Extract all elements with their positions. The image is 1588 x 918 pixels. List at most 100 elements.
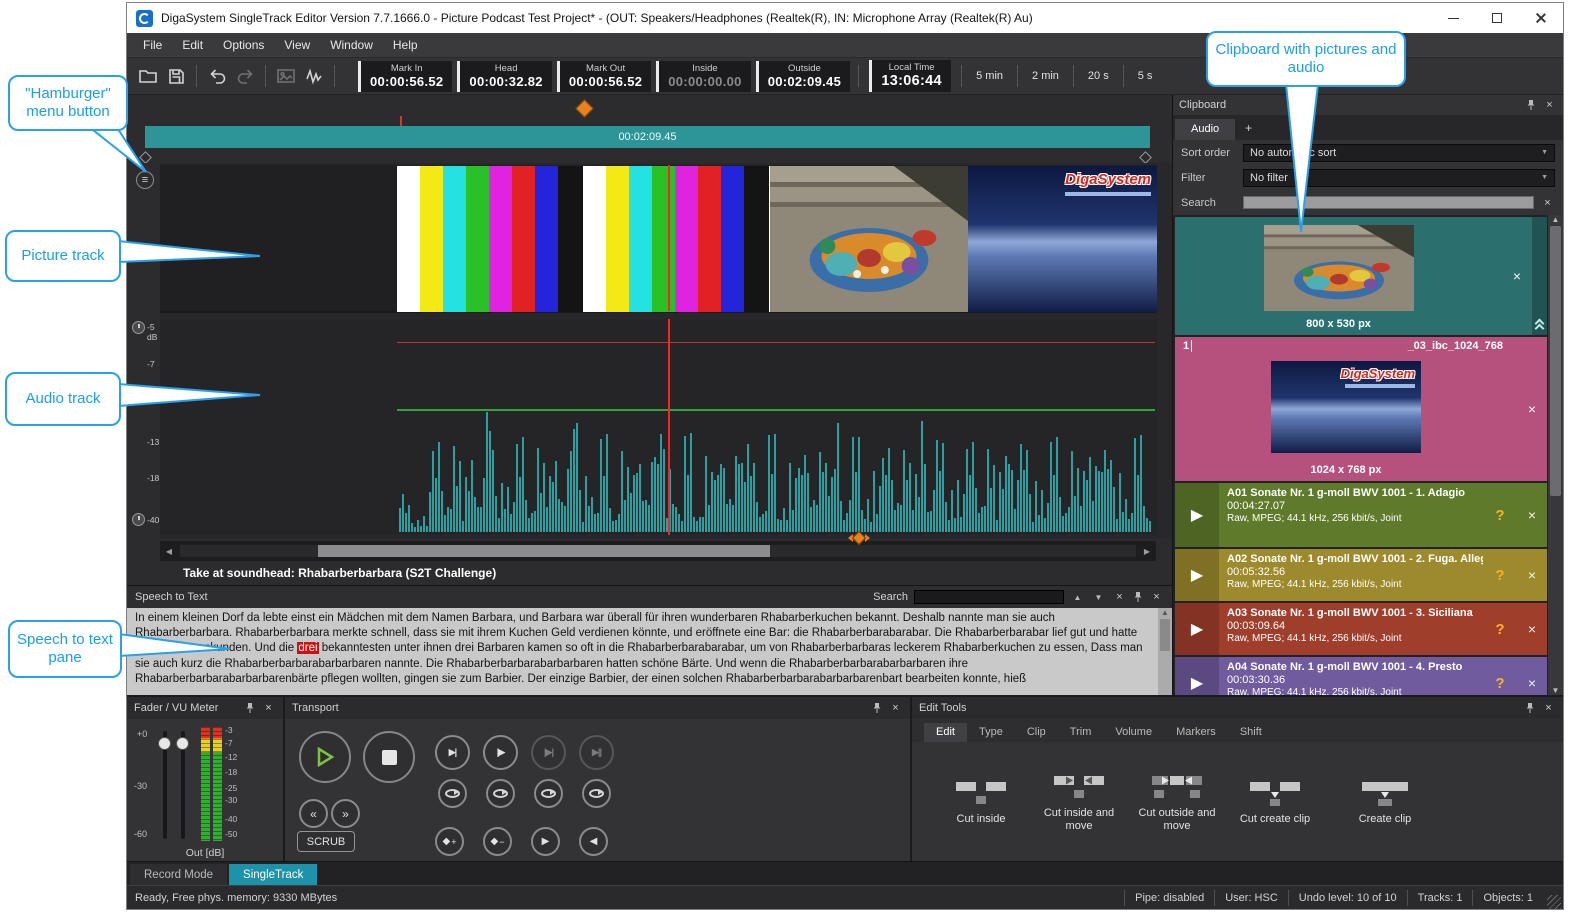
search-down-icon[interactable]: ▼ bbox=[1091, 593, 1106, 602]
maximize-button[interactable] bbox=[1475, 3, 1519, 33]
filter-dropdown[interactable]: No filter ▼ bbox=[1243, 169, 1555, 187]
item-name-field[interactable]: 1 bbox=[1183, 340, 1189, 352]
volume-knob-bottom[interactable] bbox=[132, 513, 145, 526]
play-item-button[interactable]: ▶ bbox=[1175, 657, 1219, 695]
item-info-button[interactable]: ? bbox=[1483, 657, 1517, 695]
sort-order-dropdown[interactable]: No automatic sort ▼ bbox=[1243, 144, 1555, 162]
horizontal-scrollbar[interactable]: ◀ ▶ bbox=[160, 541, 1156, 561]
scroll-up-icon[interactable]: ▲ bbox=[1158, 608, 1173, 617]
range-end-marker[interactable] bbox=[1139, 151, 1152, 164]
scrollbar-thumb[interactable] bbox=[1550, 226, 1561, 496]
loop-selection-button[interactable] bbox=[534, 779, 563, 808]
pin-icon[interactable] bbox=[1525, 702, 1535, 714]
open-button[interactable] bbox=[133, 62, 162, 90]
clipboard-close-icon[interactable]: × bbox=[1542, 99, 1557, 111]
play-button[interactable] bbox=[299, 731, 351, 783]
clipboard-item-picture[interactable]: 800 x 530 px × bbox=[1175, 217, 1547, 335]
menu-options[interactable]: Options bbox=[213, 38, 274, 52]
s2t-scrollbar[interactable]: ▲ bbox=[1158, 608, 1172, 695]
range-start-marker[interactable] bbox=[139, 151, 152, 164]
stop-button[interactable] bbox=[363, 731, 415, 783]
menu-window[interactable]: Window bbox=[320, 38, 383, 52]
menu-edit[interactable]: Edit bbox=[172, 38, 213, 52]
fader-knob-right[interactable] bbox=[176, 737, 189, 750]
pin-icon[interactable] bbox=[872, 702, 882, 714]
clipboard-item-picture[interactable]: 1 _03_ibc_1024_768 DigaSystem 1024 x 768… bbox=[1175, 337, 1547, 481]
scrollbar-track[interactable] bbox=[180, 545, 1136, 557]
tab-trim[interactable]: Trim bbox=[1058, 723, 1104, 742]
cut-inside-button[interactable]: Cut inside bbox=[934, 777, 1028, 826]
tab-shift[interactable]: Shift bbox=[1228, 723, 1274, 742]
clipboard-item-audio[interactable]: ▶ A03 Sonate Nr. 1 g-moll BWV 1001 - 3. … bbox=[1175, 603, 1547, 655]
overview-bar[interactable]: 00:02:09.45 bbox=[145, 126, 1150, 148]
cut-create-clip-button[interactable]: Cut create clip bbox=[1228, 777, 1322, 826]
picture-track[interactable]: DigaSystem bbox=[160, 165, 1157, 313]
scrollbar-thumb[interactable] bbox=[318, 545, 770, 557]
zoom-5s-button[interactable]: 5 s bbox=[1129, 70, 1162, 82]
fader-knob-left[interactable] bbox=[158, 737, 171, 750]
volume-knob-top[interactable] bbox=[132, 321, 145, 334]
audio-track[interactable] bbox=[160, 319, 1157, 535]
panel-close-icon[interactable]: × bbox=[888, 702, 903, 714]
loop-all-button[interactable] bbox=[582, 779, 611, 808]
scroll-up-icon[interactable]: ▲ bbox=[1548, 215, 1563, 224]
clipboard-search-input[interactable] bbox=[1243, 196, 1534, 209]
item-info-button[interactable]: ? bbox=[1483, 549, 1517, 601]
remove-item-button[interactable]: × bbox=[1517, 549, 1547, 601]
panel-close-icon[interactable]: × bbox=[1541, 702, 1556, 714]
play-item-button[interactable]: ▶ bbox=[1175, 603, 1219, 655]
remove-item-button[interactable]: × bbox=[1517, 337, 1547, 481]
play-all-button[interactable]: ▶|| bbox=[579, 735, 614, 770]
soundhead-marker[interactable] bbox=[844, 533, 874, 543]
menu-view[interactable]: View bbox=[274, 38, 320, 52]
remove-item-button[interactable]: × bbox=[1502, 217, 1532, 335]
scroll-left-icon[interactable]: ◀ bbox=[160, 547, 178, 556]
s2t-search-input[interactable] bbox=[914, 590, 1064, 604]
clipboard-item-audio[interactable]: ▶ A01 Sonate Nr. 1 g-moll BWV 1001 - 1. … bbox=[1175, 483, 1547, 547]
s2t-close-icon[interactable]: × bbox=[1149, 591, 1164, 603]
zoom-20s-button[interactable]: 20 s bbox=[1079, 70, 1118, 82]
tab-edit[interactable]: Edit bbox=[924, 723, 967, 742]
pin-icon[interactable] bbox=[245, 702, 255, 714]
remove-item-button[interactable]: × bbox=[1517, 603, 1547, 655]
audio-marker-button[interactable] bbox=[300, 62, 329, 90]
search-clear-icon[interactable]: × bbox=[1540, 197, 1555, 209]
cut-outside-and-move-button[interactable]: Cut outside and move bbox=[1130, 771, 1224, 833]
prev-marker-button[interactable]: ◀ bbox=[579, 827, 608, 856]
zoom-2min-button[interactable]: 2 min bbox=[1023, 70, 1068, 82]
export-picture-button[interactable] bbox=[271, 62, 300, 90]
zoom-5min-button[interactable]: 5 min bbox=[967, 70, 1012, 82]
next-marker-button[interactable]: ▶ bbox=[531, 827, 560, 856]
add-tab-button[interactable]: + bbox=[1235, 117, 1262, 140]
remove-item-button[interactable]: × bbox=[1517, 483, 1547, 547]
pin-icon[interactable] bbox=[1133, 591, 1143, 603]
add-marker-button[interactable]: ◆+ bbox=[435, 827, 464, 856]
undo-button[interactable] bbox=[202, 62, 231, 90]
mosaic-picture-thumbnail[interactable] bbox=[770, 166, 968, 312]
item-info-button[interactable]: ? bbox=[1483, 483, 1517, 547]
tab-clip[interactable]: Clip bbox=[1015, 723, 1058, 742]
scroll-right-icon[interactable]: ▶ bbox=[1138, 547, 1156, 556]
diga-picture-thumbnail[interactable]: DigaSystem bbox=[968, 166, 1157, 312]
search-up-icon[interactable]: ▲ bbox=[1070, 593, 1085, 602]
remove-marker-button[interactable]: ◆− bbox=[483, 827, 512, 856]
loop-from-button[interactable] bbox=[486, 779, 515, 808]
clipboard-item-audio[interactable]: ▶ A02 Sonate Nr. 1 g-moll BWV 1001 - 2. … bbox=[1175, 549, 1547, 601]
tab-singletrack[interactable]: SingleTrack bbox=[229, 864, 317, 885]
menu-help[interactable]: Help bbox=[383, 38, 428, 52]
clipboard-scrollbar[interactable]: ▲ ▼ bbox=[1548, 215, 1563, 695]
minimize-button[interactable] bbox=[1431, 3, 1475, 33]
play-selection-button[interactable]: |▶| bbox=[531, 735, 566, 770]
clipboard-item-audio[interactable]: ▶ A04 Sonate Nr. 1 g-moll BWV 1001 - 4. … bbox=[1175, 657, 1547, 695]
resize-grip[interactable] bbox=[1532, 217, 1547, 335]
search-clear-icon[interactable]: × bbox=[1112, 591, 1127, 603]
scrollbar-thumb[interactable] bbox=[1160, 619, 1170, 651]
play-from-cursor-button[interactable]: |▶ bbox=[483, 735, 518, 770]
audio-waveform[interactable] bbox=[399, 412, 1153, 532]
skip-forward-button[interactable]: » bbox=[331, 799, 360, 828]
save-button[interactable] bbox=[162, 62, 191, 90]
colorbars-thumbnail[interactable] bbox=[397, 166, 770, 312]
tab-type[interactable]: Type bbox=[967, 723, 1015, 742]
tab-markers[interactable]: Markers bbox=[1164, 723, 1228, 742]
scroll-down-icon[interactable]: ▼ bbox=[1548, 686, 1563, 695]
